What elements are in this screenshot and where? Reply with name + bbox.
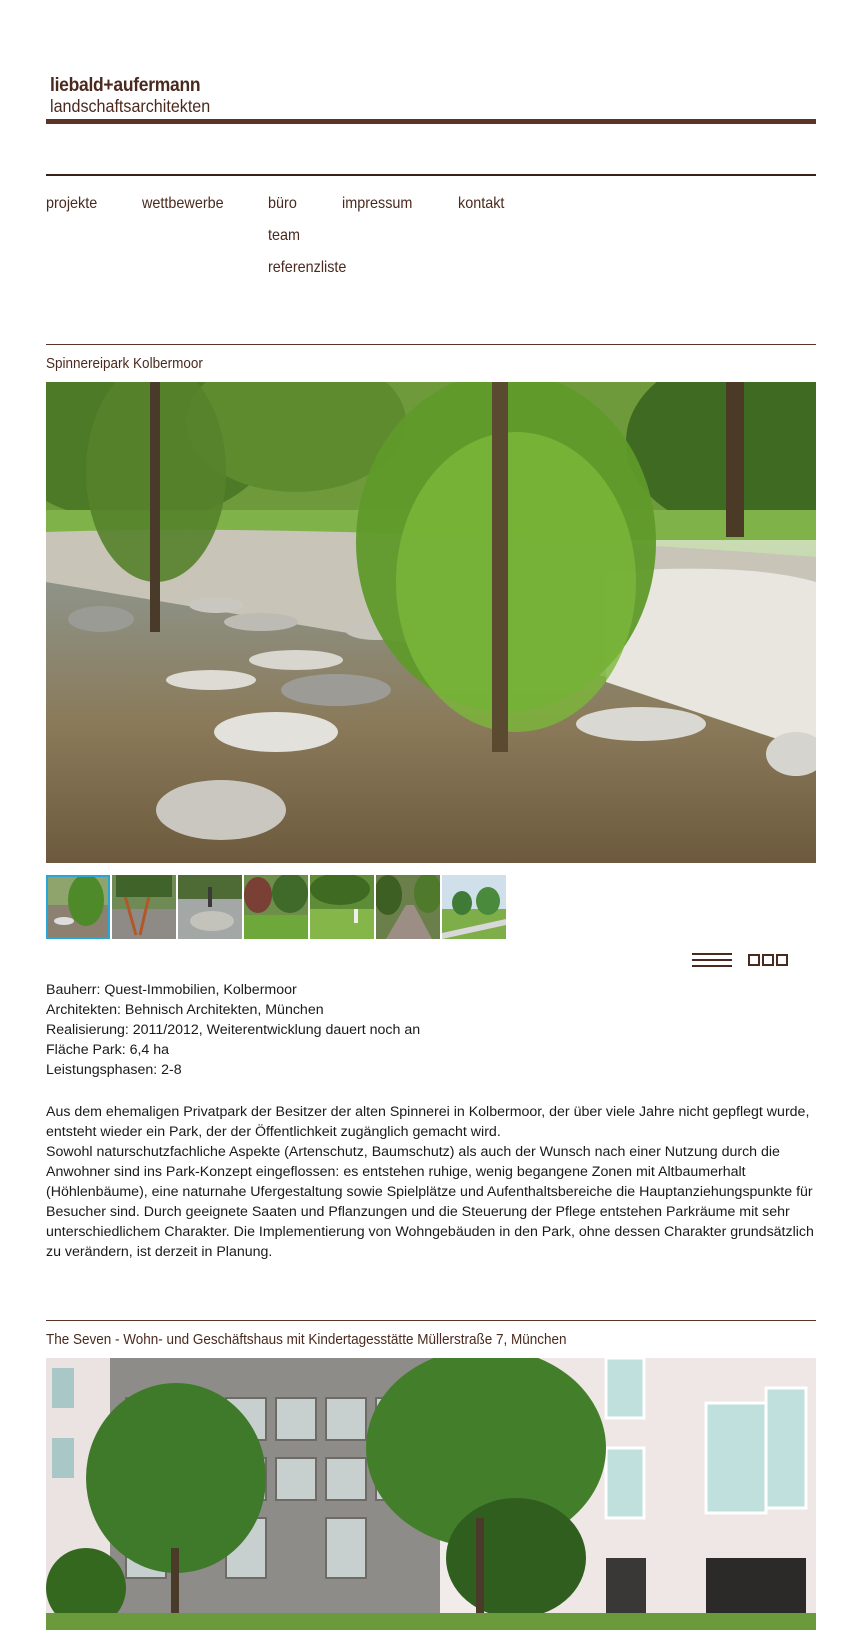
thumbnail-7-image: [442, 875, 506, 939]
grid-view-glyph: [748, 954, 788, 966]
thumbnail-2[interactable]: [112, 875, 176, 939]
nav-item-buero[interactable]: büro: [268, 188, 346, 220]
project2-photo-image: [46, 1358, 816, 1630]
meta-leistungsphasen: Leistungsphasen: 2-8: [46, 1062, 182, 1078]
main-nav: projekte wettbewerbe büro team referenzl…: [46, 188, 816, 278]
thumbnail-6[interactable]: [376, 875, 440, 939]
thumbnail-5-image: [310, 875, 374, 939]
thumbnail-4-image: [244, 875, 308, 939]
thumbnail-7[interactable]: [442, 875, 506, 939]
nav-col-wettbewerbe: wettbewerbe: [142, 188, 233, 220]
meta-bauherr: Bauherr: Quest-Immobilien, Kolbermoor: [46, 982, 297, 998]
description-paragraph-1: Aus dem ehemaligen Privatpark der Besitz…: [46, 1104, 810, 1140]
nav-item-projekte[interactable]: projekte: [46, 188, 97, 220]
nav-item-team[interactable]: team: [268, 220, 346, 252]
nav-col-impressum: impressum: [342, 188, 420, 220]
thumbnail-2-image: [112, 875, 176, 939]
project2-title[interactable]: The Seven - Wohn- und Geschäftshaus mit …: [46, 1331, 567, 1348]
logo[interactable]: liebald+aufermann landschaftsarchitekten: [50, 75, 224, 117]
description-paragraph-2: Sowohl naturschutzfachliche Aspekte (Art…: [46, 1144, 814, 1260]
meta-architekten: Architekten: Behnisch Architekten, Münch…: [46, 1002, 324, 1018]
project1-description: Aus dem ehemaligen Privatpark der Besitz…: [46, 1102, 816, 1262]
logo-line2: landschaftsarchitekten: [50, 96, 211, 116]
thumbnail-5[interactable]: [310, 875, 374, 939]
list-view-glyph: [692, 953, 732, 967]
nav-item-wettbewerbe[interactable]: wettbewerbe: [142, 188, 224, 220]
view-toggle: [692, 951, 802, 969]
nav-rule: [46, 174, 816, 176]
nav-col-kontakt: kontakt: [458, 188, 510, 220]
thumbnail-1-image: [46, 875, 110, 939]
project2-main-photo[interactable]: [46, 1358, 816, 1630]
thumbnail-3[interactable]: [178, 875, 242, 939]
project1-meta: Bauherr: Quest-Immobilien, Kolbermoor Ar…: [46, 980, 816, 1080]
grid-view-icon[interactable]: [748, 951, 788, 969]
nav-col-projekte: projekte: [46, 188, 103, 220]
thumbnail-1[interactable]: [46, 875, 110, 939]
header-rule: [46, 119, 816, 124]
thumbnail-3-image: [178, 875, 242, 939]
logo-line1: liebald+aufermann: [50, 75, 201, 96]
thumbnail-6-image: [376, 875, 440, 939]
nav-item-referenzliste[interactable]: referenzliste: [268, 252, 346, 284]
project1-photo-image: [46, 382, 816, 863]
nav-item-impressum[interactable]: impressum: [342, 188, 412, 220]
thumbnail-4[interactable]: [244, 875, 308, 939]
project1-rule: [46, 344, 816, 345]
project2-rule: [46, 1320, 816, 1321]
nav-item-kontakt[interactable]: kontakt: [458, 188, 504, 220]
project1-title[interactable]: Spinnereipark Kolbermoor: [46, 355, 203, 372]
project1-main-photo[interactable]: [46, 382, 816, 863]
meta-realisierung: Realisierung: 2011/2012, Weiterentwicklu…: [46, 1022, 421, 1038]
meta-flaeche: Fläche Park: 6,4 ha: [46, 1042, 170, 1058]
list-view-icon[interactable]: [692, 951, 732, 969]
